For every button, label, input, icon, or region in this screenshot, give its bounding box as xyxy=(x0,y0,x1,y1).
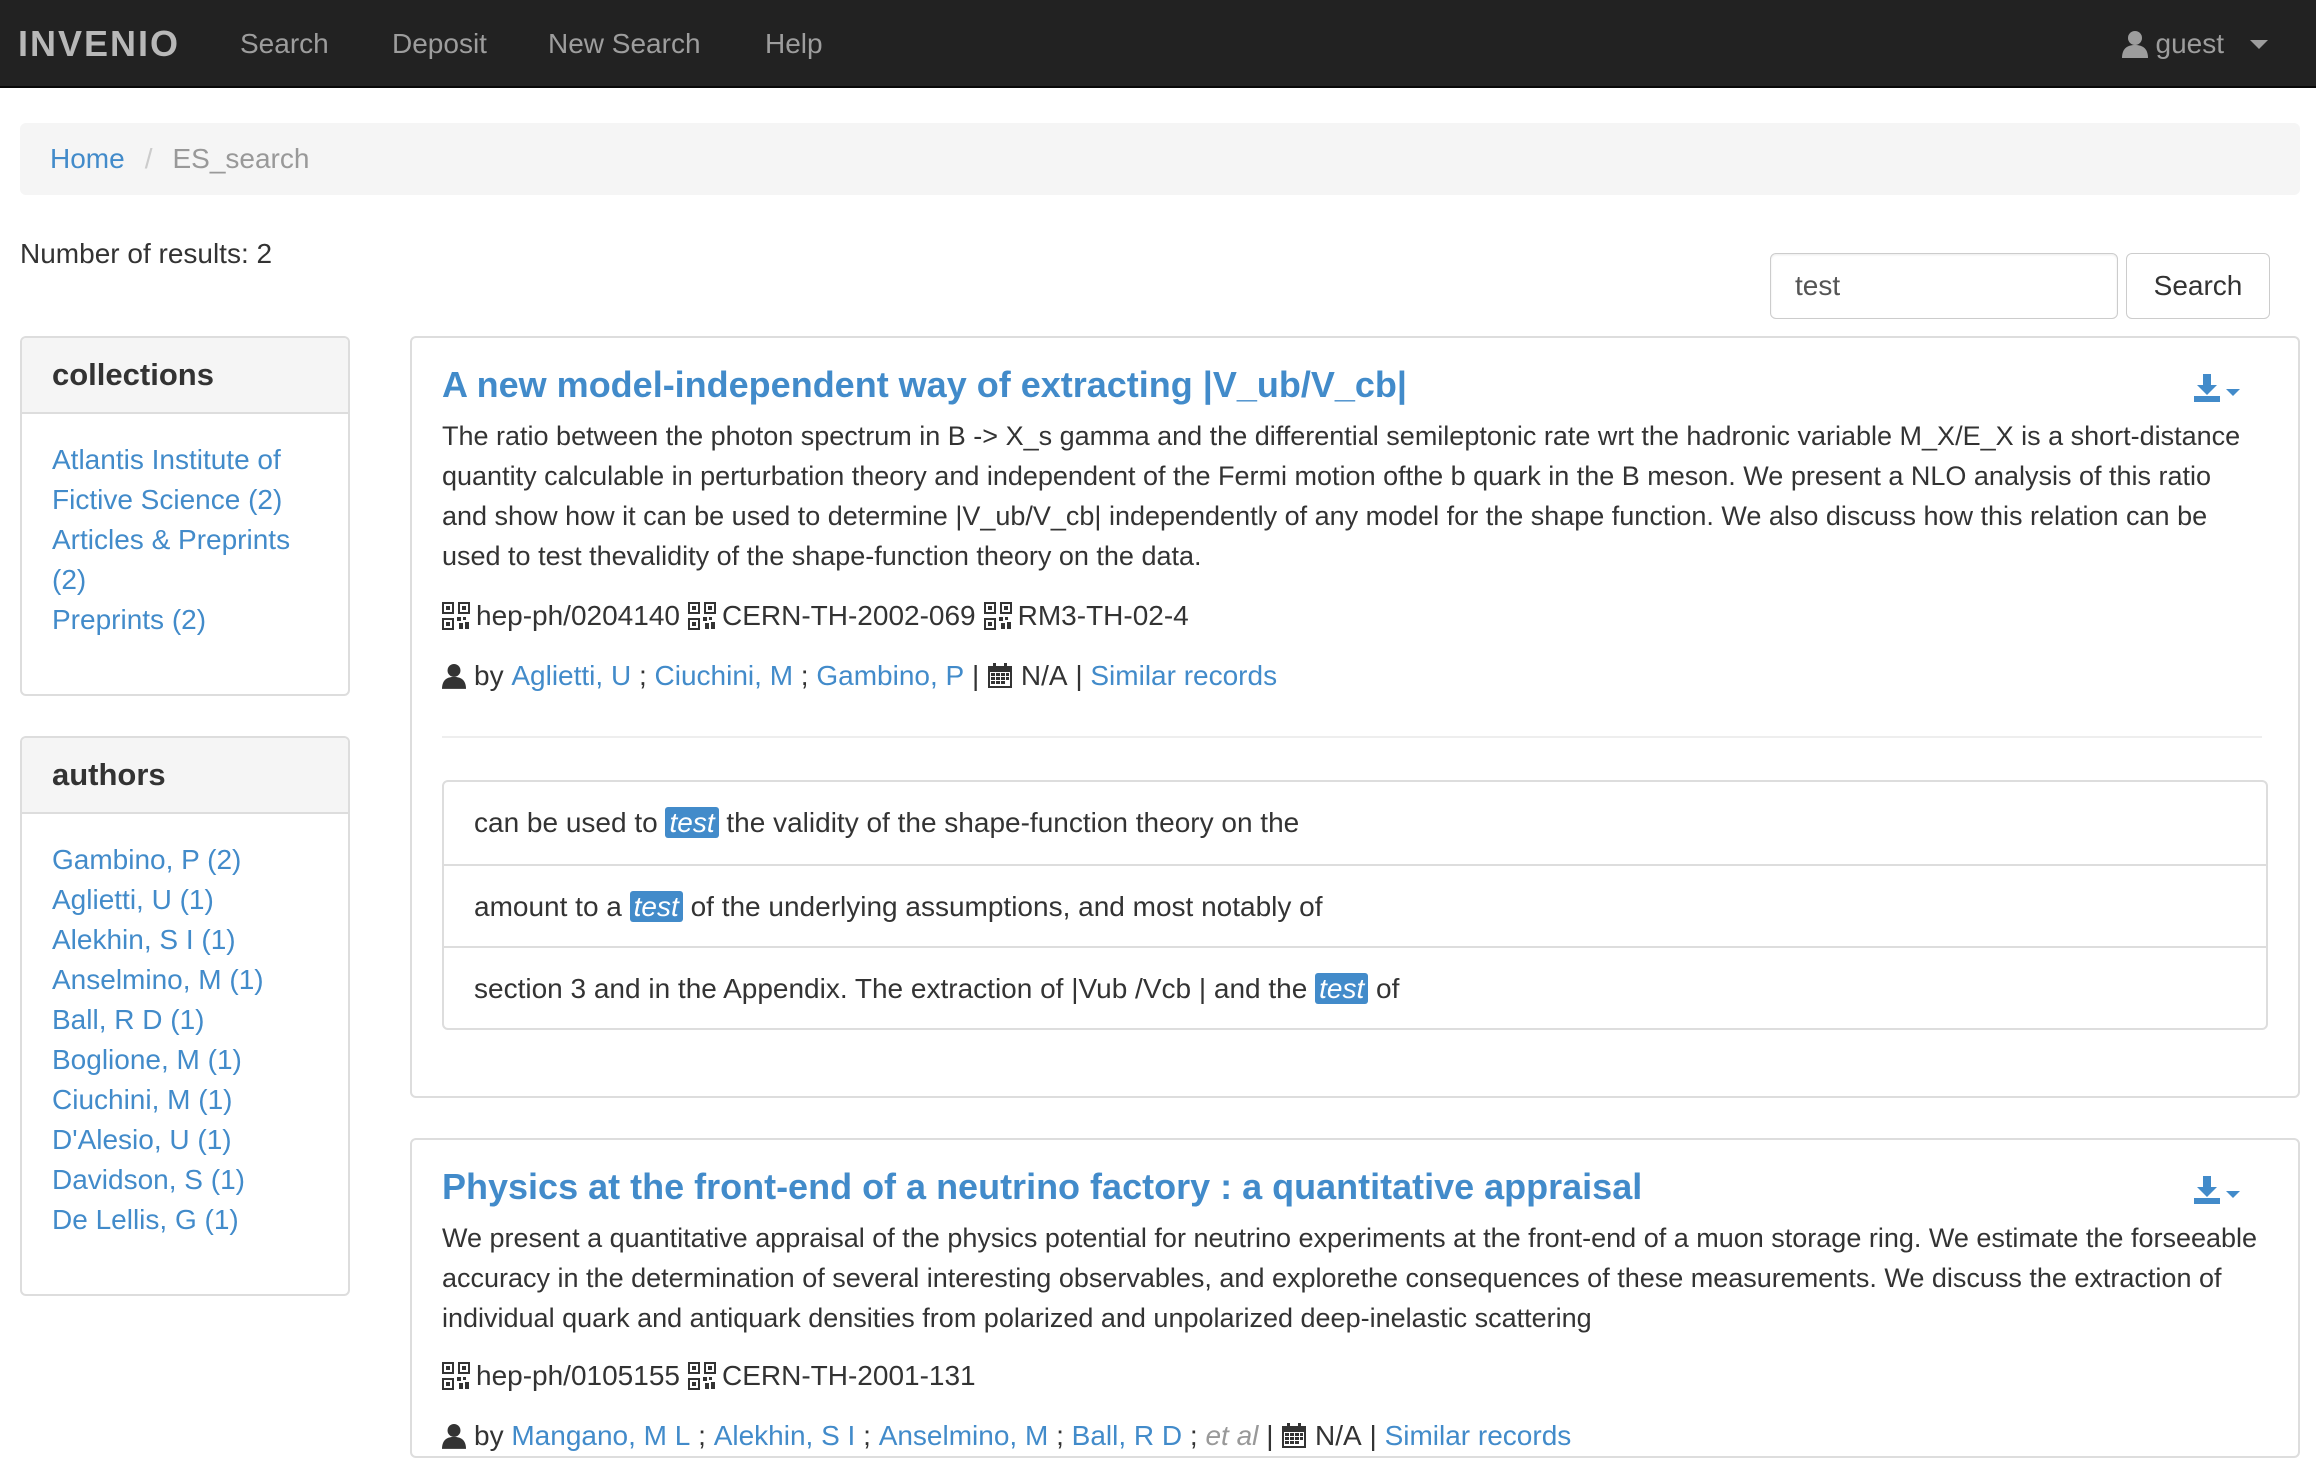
download-menu[interactable] xyxy=(2194,374,2240,402)
similar-records-link[interactable]: Similar records xyxy=(1385,1420,1572,1452)
facet-author[interactable]: D'Alesio, U (1) xyxy=(52,1120,318,1160)
facet-author[interactable]: Ball, R D (1) xyxy=(52,1000,318,1040)
user-icon xyxy=(2121,30,2148,58)
pipe-separator: | xyxy=(1369,1420,1377,1451)
user-name: guest xyxy=(2155,28,2225,59)
qrcode-icon xyxy=(687,1362,716,1390)
results-count: Number of results: 2 xyxy=(20,238,273,269)
record-abstract: The ratio between the photon spectrum in… xyxy=(442,421,2241,571)
facet-author[interactable]: Davidson, S (1) xyxy=(52,1160,318,1200)
record-authors: by Mangano, M L ; Alekhin, S I ; Anselmi… xyxy=(442,1420,1571,1452)
qrcode-icon xyxy=(442,602,470,630)
snippet: section 3 and in the Appendix. The extra… xyxy=(444,946,2266,1028)
search-button[interactable]: Search xyxy=(2126,253,2270,319)
record-authors: by Aglietti, U ; Ciuchini, M ; Gambino, … xyxy=(442,660,1277,692)
user-icon xyxy=(442,663,466,689)
nav-search[interactable]: Search xyxy=(240,14,329,74)
author-link[interactable]: Aglietti, U xyxy=(511,660,631,692)
record-abstract: We present a quantitative appraisal of t… xyxy=(442,1223,2258,1333)
record-date: N/A xyxy=(1020,660,1068,691)
record-id: RM3-TH-02-4 xyxy=(1017,600,1189,631)
record-id: hep-ph/0105155 xyxy=(476,1360,680,1391)
record-id: CERN-TH-2001-131 xyxy=(721,1360,976,1391)
download-icon xyxy=(2194,1176,2220,1204)
navbar: INVENIO Search Deposit New Search Help g… xyxy=(0,0,2316,88)
record-identifiers: hep-ph/0105155 CERN-TH-2001-131 xyxy=(442,1360,984,1392)
record-divider xyxy=(442,736,2262,738)
highlight-term: test xyxy=(629,891,683,922)
calendar-icon xyxy=(1281,1423,1307,1449)
breadcrumb-home[interactable]: Home xyxy=(50,143,125,175)
nav-help[interactable]: Help xyxy=(765,14,823,74)
facet-author[interactable]: Anselmino, M (1) xyxy=(52,960,318,1000)
user-menu[interactable]: guest xyxy=(2121,14,2268,74)
caret-down-icon xyxy=(2226,389,2240,396)
facet-author[interactable]: Ciuchini, M (1) xyxy=(52,1080,318,1120)
author-link[interactable]: Ball, R D xyxy=(1072,1420,1182,1452)
highlight-snippets: can be used to test the validity of the … xyxy=(442,780,2268,1030)
facet-author[interactable]: Aglietti, U (1) xyxy=(52,880,318,920)
author-link[interactable]: Mangano, M L xyxy=(511,1420,690,1452)
breadcrumb: Home / ES_search xyxy=(20,123,2300,195)
caret-down-icon xyxy=(2250,39,2268,49)
facet-author[interactable]: Gambino, P (2) xyxy=(52,840,318,880)
authors-heading: authors xyxy=(22,738,348,814)
author-separator: ; xyxy=(638,660,647,691)
record-2: Physics at the front-end of a neutrino f… xyxy=(410,1138,2300,1458)
record-1: A new model-independent way of extractin… xyxy=(410,336,2300,1098)
pipe-separator: | xyxy=(1075,660,1083,691)
highlight-term: test xyxy=(665,807,719,838)
pipe-separator: | xyxy=(972,660,980,691)
author-link[interactable]: Alekhin, S I xyxy=(714,1420,856,1452)
et-al: et al xyxy=(1205,1420,1259,1451)
collections-facet: collections Atlantis Institute of Fictiv… xyxy=(20,336,350,696)
author-link[interactable]: Anselmino, M xyxy=(879,1420,1049,1452)
user-icon xyxy=(442,1423,466,1449)
calendar-icon xyxy=(987,663,1013,689)
brand-logo[interactable]: INVENIO xyxy=(18,14,180,74)
facet-collection-articles[interactable]: Articles & Preprints (2) xyxy=(52,520,318,600)
record-identifiers: hep-ph/0204140 CERN-TH-2002-069 RM3-TH-0… xyxy=(442,600,1197,632)
pipe-separator: | xyxy=(1266,1420,1274,1451)
collections-heading: collections xyxy=(22,338,348,414)
facet-collection-preprints[interactable]: Preprints (2) xyxy=(52,600,318,640)
qrcode-icon xyxy=(442,1362,470,1390)
by-label: by xyxy=(474,660,504,691)
record-id: hep-ph/0204140 xyxy=(476,600,680,631)
nav-new-search[interactable]: New Search xyxy=(548,14,701,74)
qrcode-icon xyxy=(983,602,1012,630)
qrcode-icon xyxy=(687,602,716,630)
by-label: by xyxy=(474,1420,504,1451)
breadcrumb-current: ES_search xyxy=(172,143,310,174)
author-separator: ; xyxy=(800,660,809,691)
record-title[interactable]: Physics at the front-end of a neutrino f… xyxy=(442,1166,1642,1208)
author-separator: ; xyxy=(1189,1420,1198,1451)
record-id: CERN-TH-2002-069 xyxy=(721,600,976,631)
download-menu[interactable] xyxy=(2194,1176,2240,1204)
record-date: N/A xyxy=(1315,1420,1362,1451)
authors-facet: authors Gambino, P (2) Aglietti, U (1) A… xyxy=(20,736,350,1296)
author-separator: ; xyxy=(698,1420,706,1451)
snippet: amount to a test of the underlying assum… xyxy=(444,864,2266,946)
breadcrumb-separator: / xyxy=(144,143,153,174)
download-icon xyxy=(2194,374,2220,402)
record-title[interactable]: A new model-independent way of extractin… xyxy=(442,364,1407,406)
facet-author[interactable]: Boglione, M (1) xyxy=(52,1040,318,1080)
facet-author[interactable]: De Lellis, G (1) xyxy=(52,1200,318,1240)
brand-text: INVENIO xyxy=(18,23,181,64)
similar-records-link[interactable]: Similar records xyxy=(1090,660,1277,692)
author-separator: ; xyxy=(863,1420,871,1451)
highlight-term: test xyxy=(1315,973,1369,1004)
caret-down-icon xyxy=(2226,1191,2240,1198)
facet-collection-atlantis[interactable]: Atlantis Institute of Fictive Science (2… xyxy=(52,440,318,520)
author-link[interactable]: Ciuchini, M xyxy=(655,660,793,692)
author-link[interactable]: Gambino, P xyxy=(816,660,964,692)
facet-author[interactable]: Alekhin, S I (1) xyxy=(52,920,318,960)
nav-deposit[interactable]: Deposit xyxy=(392,14,487,74)
search-input[interactable] xyxy=(1770,253,2118,319)
snippet: can be used to test the validity of the … xyxy=(474,807,1300,838)
author-separator: ; xyxy=(1056,1420,1064,1451)
